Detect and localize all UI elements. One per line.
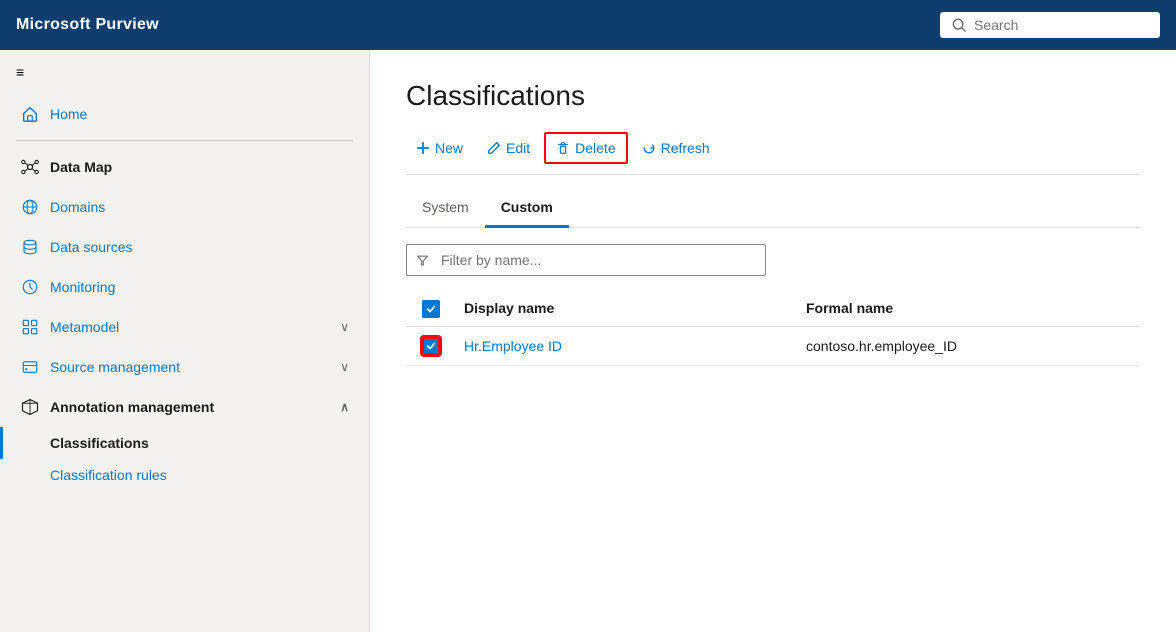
nav-divider-1 <box>16 140 353 141</box>
refresh-button[interactable]: Refresh <box>632 134 720 162</box>
sidebar-sub-item-classification-rules[interactable]: Classification rules <box>0 459 369 491</box>
row-checkbox[interactable] <box>422 337 440 355</box>
tab-custom-label: Custom <box>501 199 553 215</box>
classifications-sub-label: Classifications <box>50 435 149 451</box>
filter-wrapper <box>406 244 1140 276</box>
header-checkbox-col <box>406 300 456 318</box>
new-button[interactable]: New <box>406 134 473 162</box>
sidebar-item-home[interactable]: Home <box>0 94 369 134</box>
sidebar-label-annotation-management: Annotation management <box>50 399 214 415</box>
sidebar-label-source-management: Source management <box>50 359 180 375</box>
home-icon <box>20 104 40 124</box>
toolbar: New Edit Delete <box>406 132 1140 175</box>
page-title: Classifications <box>406 80 1140 112</box>
filter-input[interactable] <box>406 244 766 276</box>
sidebar-item-data-map[interactable]: Data Map <box>0 147 369 187</box>
sidebar-label-monitoring: Monitoring <box>50 279 115 295</box>
hamburger-icon: ≡ <box>16 64 24 80</box>
tabs: System Custom <box>406 191 1140 228</box>
annotation-management-chevron: ∧ <box>340 400 349 414</box>
layout: ≡ Home <box>0 50 1176 632</box>
table: Display name Formal name Hr.Employee ID … <box>406 292 1140 366</box>
source-management-chevron: ∨ <box>340 360 349 374</box>
delete-button[interactable]: Delete <box>544 132 627 164</box>
source-management-icon <box>20 357 40 377</box>
sidebar-sub-item-classifications[interactable]: Classifications <box>0 427 369 459</box>
search-icon <box>952 18 966 32</box>
row-formal-name: contoso.hr.employee_ID <box>798 338 1140 354</box>
sidebar: ≡ Home <box>0 50 370 632</box>
sidebar-label-metamodel: Metamodel <box>50 319 119 335</box>
sidebar-toggle[interactable]: ≡ <box>0 50 369 94</box>
classification-rules-sub-label: Classification rules <box>50 467 167 483</box>
select-all-checkbox[interactable] <box>422 300 440 318</box>
refresh-label: Refresh <box>661 140 710 156</box>
edit-icon <box>487 141 501 155</box>
main-content: Classifications New Edit <box>370 50 1176 632</box>
top-header: Microsoft Purview <box>0 0 1176 50</box>
sidebar-item-source-management[interactable]: Source management ∨ <box>0 347 369 387</box>
sidebar-item-domains[interactable]: Domains <box>0 187 369 227</box>
delete-label: Delete <box>575 140 615 156</box>
sidebar-label-data-sources: Data sources <box>50 239 132 255</box>
tab-custom[interactable]: Custom <box>485 191 569 228</box>
sidebar-item-annotation-management[interactable]: Annotation management ∧ <box>0 387 369 427</box>
col-formal-name-header: Formal name <box>798 300 1140 318</box>
row-checkbox-col <box>406 337 456 355</box>
search-input[interactable] <box>974 17 1148 33</box>
filter-icon <box>416 252 429 267</box>
domains-icon <box>20 197 40 217</box>
table-row: Hr.Employee ID contoso.hr.employee_ID <box>406 327 1140 366</box>
plus-icon <box>416 141 430 155</box>
annotation-management-icon <box>20 397 40 417</box>
sidebar-item-metamodel[interactable]: Metamodel ∨ <box>0 307 369 347</box>
sidebar-nav: Home <box>0 94 369 491</box>
row-display-name: Hr.Employee ID <box>456 338 798 354</box>
edit-button[interactable]: Edit <box>477 134 540 162</box>
trash-icon <box>556 141 570 155</box>
sidebar-label-data-map: Data Map <box>50 159 112 175</box>
metamodel-icon <box>20 317 40 337</box>
table-header: Display name Formal name <box>406 292 1140 327</box>
metamodel-chevron: ∨ <box>340 320 349 334</box>
new-label: New <box>435 140 463 156</box>
search-box[interactable] <box>940 12 1160 38</box>
tab-system[interactable]: System <box>406 191 485 228</box>
sidebar-item-monitoring[interactable]: Monitoring <box>0 267 369 307</box>
app-title: Microsoft Purview <box>16 16 159 34</box>
col-display-name-header: Display name <box>456 300 798 318</box>
tab-system-label: System <box>422 199 469 215</box>
data-map-icon <box>20 157 40 177</box>
refresh-icon <box>642 141 656 155</box>
sidebar-item-data-sources[interactable]: Data sources <box>0 227 369 267</box>
sidebar-label-home: Home <box>50 106 87 122</box>
sidebar-label-domains: Domains <box>50 199 105 215</box>
data-sources-icon <box>20 237 40 257</box>
monitoring-icon <box>20 277 40 297</box>
edit-label: Edit <box>506 140 530 156</box>
